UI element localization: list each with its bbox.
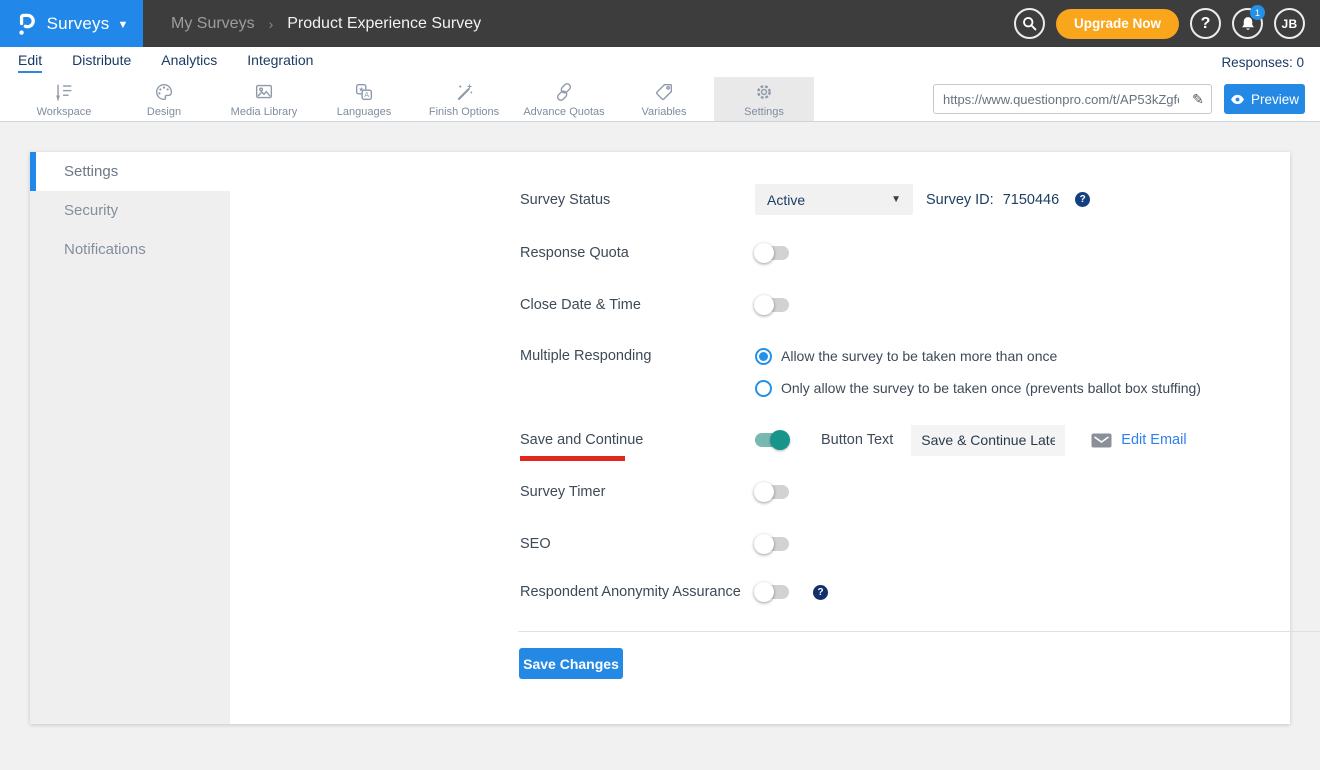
edit-email-link[interactable]: Edit Email [1121, 432, 1186, 448]
survey-link-group: ✎ Preview [933, 84, 1305, 114]
tab-distribute[interactable]: Distribute [72, 52, 131, 73]
toolbar-item-media-library[interactable]: Media Library [214, 77, 314, 121]
breadcrumb-separator: › [269, 16, 274, 32]
survey-status-dropdown[interactable]: Active ▼ [755, 184, 913, 215]
edit-toolbar: Workspace Design Media Library ★ A Langu… [0, 77, 1320, 122]
survey-id-label: Survey ID: [926, 192, 994, 208]
multiple-responding-label: Multiple Responding [520, 348, 755, 364]
toolbar-item-settings[interactable]: Settings [714, 77, 814, 121]
save-and-continue-row: Save and Continue Button Text Edit Email [520, 424, 1270, 456]
red-annotation-underline [520, 456, 625, 461]
chevron-down-icon: ▼ [891, 194, 901, 205]
survey-url-input[interactable] [934, 92, 1185, 107]
question-mark-icon: ? [1201, 15, 1211, 33]
svg-text:A: A [364, 90, 369, 99]
content-area: Settings Security Notifications Survey S… [0, 122, 1320, 769]
response-quota-toggle[interactable] [755, 246, 789, 260]
product-switcher[interactable]: Surveys ▼ [0, 0, 143, 47]
button-text-input[interactable] [911, 425, 1065, 456]
radio-only-once-label: Only allow the survey to be taken once (… [781, 380, 1201, 396]
user-avatar[interactable]: JB [1274, 8, 1305, 39]
email-envelope-icon [1091, 433, 1112, 448]
search-icon [1021, 15, 1038, 32]
page-title: Product Experience Survey [287, 15, 481, 33]
chain-link-icon [553, 81, 575, 103]
toolbar-item-finish-options[interactable]: Finish Options [414, 77, 514, 121]
survey-status-label: Survey Status [520, 192, 755, 208]
magic-wand-icon [453, 81, 475, 103]
survey-timer-toggle[interactable] [755, 485, 789, 499]
gear-icon [753, 81, 775, 103]
sidebar-item-notifications[interactable]: Notifications [30, 230, 230, 269]
survey-status-value: Active [767, 192, 805, 208]
seo-toggle[interactable] [755, 537, 789, 551]
preview-button[interactable]: Preview [1224, 84, 1305, 114]
breadcrumb-my-surveys[interactable]: My Surveys [171, 15, 255, 33]
settings-form: Survey Status Active ▼ Survey ID: 715044… [230, 152, 1290, 724]
toolbar-item-design[interactable]: Design [114, 77, 214, 121]
palette-icon [153, 81, 175, 103]
avatar-initials: JB [1282, 17, 1298, 31]
button-text-label: Button Text [821, 432, 893, 448]
notification-count-badge: 1 [1250, 5, 1265, 20]
seo-row: SEO [520, 534, 1270, 554]
save-changes-button[interactable]: Save Changes [519, 648, 623, 679]
toolbar-item-advance-quotas[interactable]: Advance Quotas [514, 77, 614, 121]
toolbar-item-languages[interactable]: ★ A Languages [314, 77, 414, 121]
edit-url-icon[interactable]: ✎ [1185, 91, 1211, 108]
respondent-anonymity-toggle[interactable] [755, 585, 789, 599]
radio-multiple-allowed[interactable] [755, 348, 772, 365]
tab-analytics[interactable]: Analytics [161, 52, 217, 73]
close-date-toggle[interactable] [755, 298, 789, 312]
notifications-button[interactable]: 1 [1232, 8, 1263, 39]
survey-status-row: Survey Status Active ▼ Survey ID: 715044… [520, 184, 1270, 215]
survey-id-value: 7150446 [1003, 192, 1059, 208]
save-and-continue-label: Save and Continue [520, 432, 755, 448]
multiple-responding-row-2: Only allow the survey to be taken once (… [520, 378, 1270, 398]
sidebar-item-settings[interactable]: Settings [30, 152, 230, 191]
radio-only-once[interactable] [755, 380, 772, 397]
upgrade-now-button[interactable]: Upgrade Now [1056, 9, 1179, 39]
questionpro-logo-icon [15, 9, 39, 38]
search-button[interactable] [1014, 8, 1045, 39]
pencil-list-icon [53, 81, 75, 103]
product-name: Surveys [47, 14, 110, 34]
help-button[interactable]: ? [1190, 8, 1221, 39]
respondent-anonymity-label: Respondent Anonymity Assurance [520, 584, 755, 600]
seo-label: SEO [520, 536, 755, 552]
response-quota-row: Response Quota [520, 243, 1270, 263]
responses-count: Responses: 0 [1221, 55, 1304, 70]
top-bar: My Surveys › Product Experience Survey U… [143, 0, 1320, 47]
survey-timer-label: Survey Timer [520, 484, 755, 500]
radio-multiple-allowed-label: Allow the survey to be taken more than o… [781, 348, 1057, 364]
toolbar-item-workspace[interactable]: Workspace [14, 77, 114, 121]
settings-card: Settings Security Notifications Survey S… [30, 152, 1290, 724]
toolbar-item-variables[interactable]: Variables [614, 77, 714, 121]
close-date-label: Close Date & Time [520, 297, 755, 313]
tab-integration[interactable]: Integration [247, 52, 313, 73]
tag-icon [653, 81, 675, 103]
image-icon [253, 81, 275, 103]
app-header: Surveys ▼ My Surveys › Product Experienc… [0, 0, 1320, 47]
respondent-anonymity-row: Respondent Anonymity Assurance ? [520, 582, 1270, 602]
chevron-down-icon: ▼ [117, 19, 128, 31]
breadcrumb: My Surveys › Product Experience Survey [171, 15, 481, 33]
form-divider [518, 631, 1320, 632]
survey-url-field[interactable]: ✎ [933, 84, 1212, 114]
save-and-continue-toggle[interactable] [755, 433, 789, 447]
header-actions: Upgrade Now ? 1 JB [1014, 8, 1305, 39]
main-tabs: Edit Distribute Analytics Integration Re… [0, 47, 1320, 77]
settings-sidebar: Settings Security Notifications [30, 152, 230, 724]
response-quota-label: Response Quota [520, 245, 755, 261]
survey-timer-row: Survey Timer [520, 482, 1270, 502]
close-date-row: Close Date & Time [520, 295, 1270, 315]
survey-id-help-icon[interactable]: ? [1075, 192, 1090, 207]
tab-edit[interactable]: Edit [18, 52, 42, 73]
translate-icon: ★ A [353, 81, 375, 103]
sidebar-item-security[interactable]: Security [30, 191, 230, 230]
eye-icon [1230, 94, 1245, 105]
multiple-responding-row: Multiple Responding Allow the survey to … [520, 346, 1270, 366]
respondent-anonymity-help-icon[interactable]: ? [813, 585, 828, 600]
